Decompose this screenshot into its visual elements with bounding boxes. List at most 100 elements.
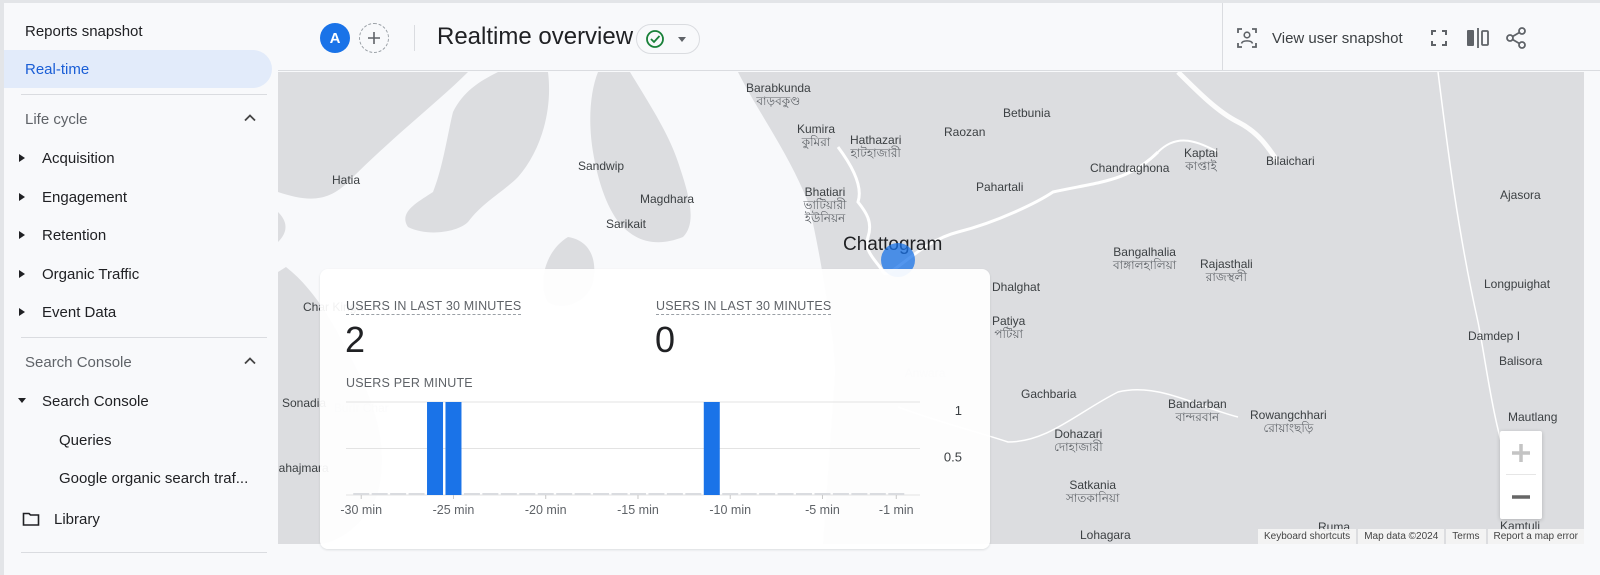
sidebar-item-label: Search Console [42, 392, 149, 410]
sidebar-item-label: Queries [59, 431, 112, 449]
x-tick-label: -20 min [525, 503, 567, 517]
minus-icon [1512, 494, 1530, 499]
view-user-snapshot-label: View user snapshot [1272, 29, 1403, 47]
sidebar-item-organic-traffic[interactable]: Organic Traffic [4, 255, 272, 293]
caret-down-icon[interactable] [17, 396, 27, 406]
chart-bar-zero [574, 493, 591, 495]
x-tick-label: -10 min [709, 503, 751, 517]
map-label-kaptai: Kaptai কাপ্তাই [1184, 146, 1219, 173]
section-title: Life cycle [25, 110, 88, 128]
sidebar-item-real-time[interactable]: Real-time [4, 50, 272, 88]
sidebar-item-engagement[interactable]: Engagement [4, 178, 272, 216]
comparison-avatar[interactable]: A [320, 23, 350, 53]
chart-bar-zero [593, 493, 610, 495]
zoom-out-button[interactable] [1500, 475, 1542, 518]
sidebar-item-search-console[interactable]: Search Console [4, 382, 272, 420]
caret-down-icon [678, 37, 686, 42]
map-label-dohazari: Dohazari দোহাজারী [1054, 427, 1103, 454]
chart-bar-zero [685, 493, 702, 495]
chart-bar-zero [648, 493, 665, 495]
chart-title: USERS PER MINUTE [346, 376, 473, 390]
map-label-pahartali: Pahartali [976, 180, 1024, 194]
map-label-bhatiari: Bhatiari ভাটিয়ারী ইউনিয়ন [803, 185, 847, 225]
sidebar-item-label: Google organic search traf... [59, 469, 249, 487]
sidebar-item-label: Event Data [42, 303, 117, 321]
chevron-up-icon[interactable] [242, 353, 258, 369]
y-tick-label: 1 [955, 403, 962, 418]
map-label-magdhara: Magdhara [640, 192, 695, 206]
caret-right-icon[interactable] [17, 230, 27, 240]
sidebar-item-acquisition[interactable]: Acquisition [4, 139, 272, 177]
terms-link[interactable]: Terms [1446, 529, 1486, 544]
keyboard-shortcuts-link[interactable]: Keyboard shortcuts [1258, 529, 1357, 544]
chart-bar-zero [500, 493, 517, 495]
sidebar-item-queries[interactable]: Queries [4, 421, 272, 459]
add-comparison-button[interactable] [359, 23, 389, 53]
chart-bar-zero [537, 493, 554, 495]
map-label-sandwip: Sandwip [578, 159, 625, 173]
sidebar-item-label: Engagement [42, 188, 128, 206]
map-label-betbunia: Betbunia [1003, 106, 1051, 120]
x-tick-label: -30 min [340, 503, 382, 517]
map-label-damdep: Damdep I [1468, 329, 1521, 343]
chart-bar-zero [851, 493, 868, 495]
chart-bar-zero [666, 493, 683, 495]
section-title: Search Console [25, 353, 132, 371]
chart-bar-zero [759, 493, 776, 495]
map-label-satkania: Satkania সাতকানিয়া [1066, 478, 1120, 505]
chart-bar[interactable] [703, 402, 720, 495]
map-label-hatia: Hatia [332, 173, 361, 187]
metric-label-users-30min[interactable]: USERS IN LAST 30 MINUTES [346, 299, 522, 315]
realtime-users-card: USERS IN LAST 30 MINUTES 2 USERS IN LAST… [320, 269, 990, 549]
metric-label-users-30min-comparison[interactable]: USERS IN LAST 30 MINUTES [656, 299, 832, 315]
map-label-lohagara: Lohagara [1080, 528, 1131, 542]
map-label-balisora: Balisora [1499, 354, 1543, 368]
check-circle-icon [646, 30, 664, 48]
share-icon [1506, 27, 1526, 49]
map-label-bilaichari: Bilaichari [1266, 154, 1315, 168]
chart-bar-zero [796, 493, 813, 495]
section-search-console[interactable]: Search Console [4, 343, 272, 381]
chart-bar-zero [888, 493, 905, 495]
metric-value-users-30min: 2 [345, 319, 366, 360]
caret-right-icon[interactable] [17, 307, 27, 317]
sidebar-item-google-organic-search-traffic[interactable]: Google organic search traf... [4, 459, 272, 497]
chart-bar-zero [722, 493, 739, 495]
map-label-mautlang: Mautlang [1508, 410, 1558, 424]
caret-right-icon[interactable] [17, 192, 27, 202]
chevron-up-icon[interactable] [242, 110, 258, 126]
chart-bar[interactable] [445, 402, 462, 495]
map-label-longpuighat: Longpuighat [1484, 277, 1551, 291]
chart-bar-zero [482, 493, 499, 495]
report-map-error-link[interactable]: Report a map error [1487, 529, 1584, 544]
chart-bar-zero [519, 493, 536, 495]
map-label-chandraghona: Chandraghona [1090, 161, 1170, 175]
chart-bar[interactable] [427, 402, 444, 495]
sidebar-item-label: Organic Traffic [42, 265, 140, 283]
caret-right-icon[interactable] [17, 153, 27, 163]
data-status-dropdown[interactable] [636, 24, 700, 54]
map-label-gachbaria: Gachbaria [1021, 387, 1077, 401]
caret-right-icon[interactable] [17, 269, 27, 279]
section-life-cycle[interactable]: Life cycle [4, 100, 272, 138]
map-label-dhalghat: Dhalghat [992, 280, 1041, 294]
sidebar-item-label: Retention [42, 226, 107, 244]
user-snapshot-icon [1237, 28, 1257, 48]
sidebar-item-label: Reports snapshot [25, 22, 143, 40]
view-user-snapshot-button[interactable]: View user snapshot [1236, 23, 1403, 53]
map-label-patiya: Patiya পটিয়া [992, 314, 1026, 341]
chart-bar-zero [869, 493, 886, 495]
sidebar-item-retention[interactable]: Retention [4, 216, 272, 254]
divider [21, 552, 267, 553]
chart-bar-zero [740, 493, 757, 495]
sidebar-item-event-data[interactable]: Event Data [4, 293, 272, 331]
sidebar-item-library[interactable]: Library [4, 500, 272, 538]
zoom-in-button[interactable] [1500, 431, 1542, 474]
fullscreen-button[interactable] [1426, 25, 1452, 51]
chart-bar-zero [814, 493, 831, 495]
share-button[interactable] [1503, 25, 1529, 51]
sidebar-item-reports-snapshot[interactable]: Reports snapshot [4, 12, 272, 50]
header-separator [1222, 3, 1223, 71]
map-label-bangalhalia: Bangalhalia বাঙ্গালহালিয়া [1113, 245, 1177, 272]
compare-columns-button[interactable] [1465, 25, 1491, 51]
